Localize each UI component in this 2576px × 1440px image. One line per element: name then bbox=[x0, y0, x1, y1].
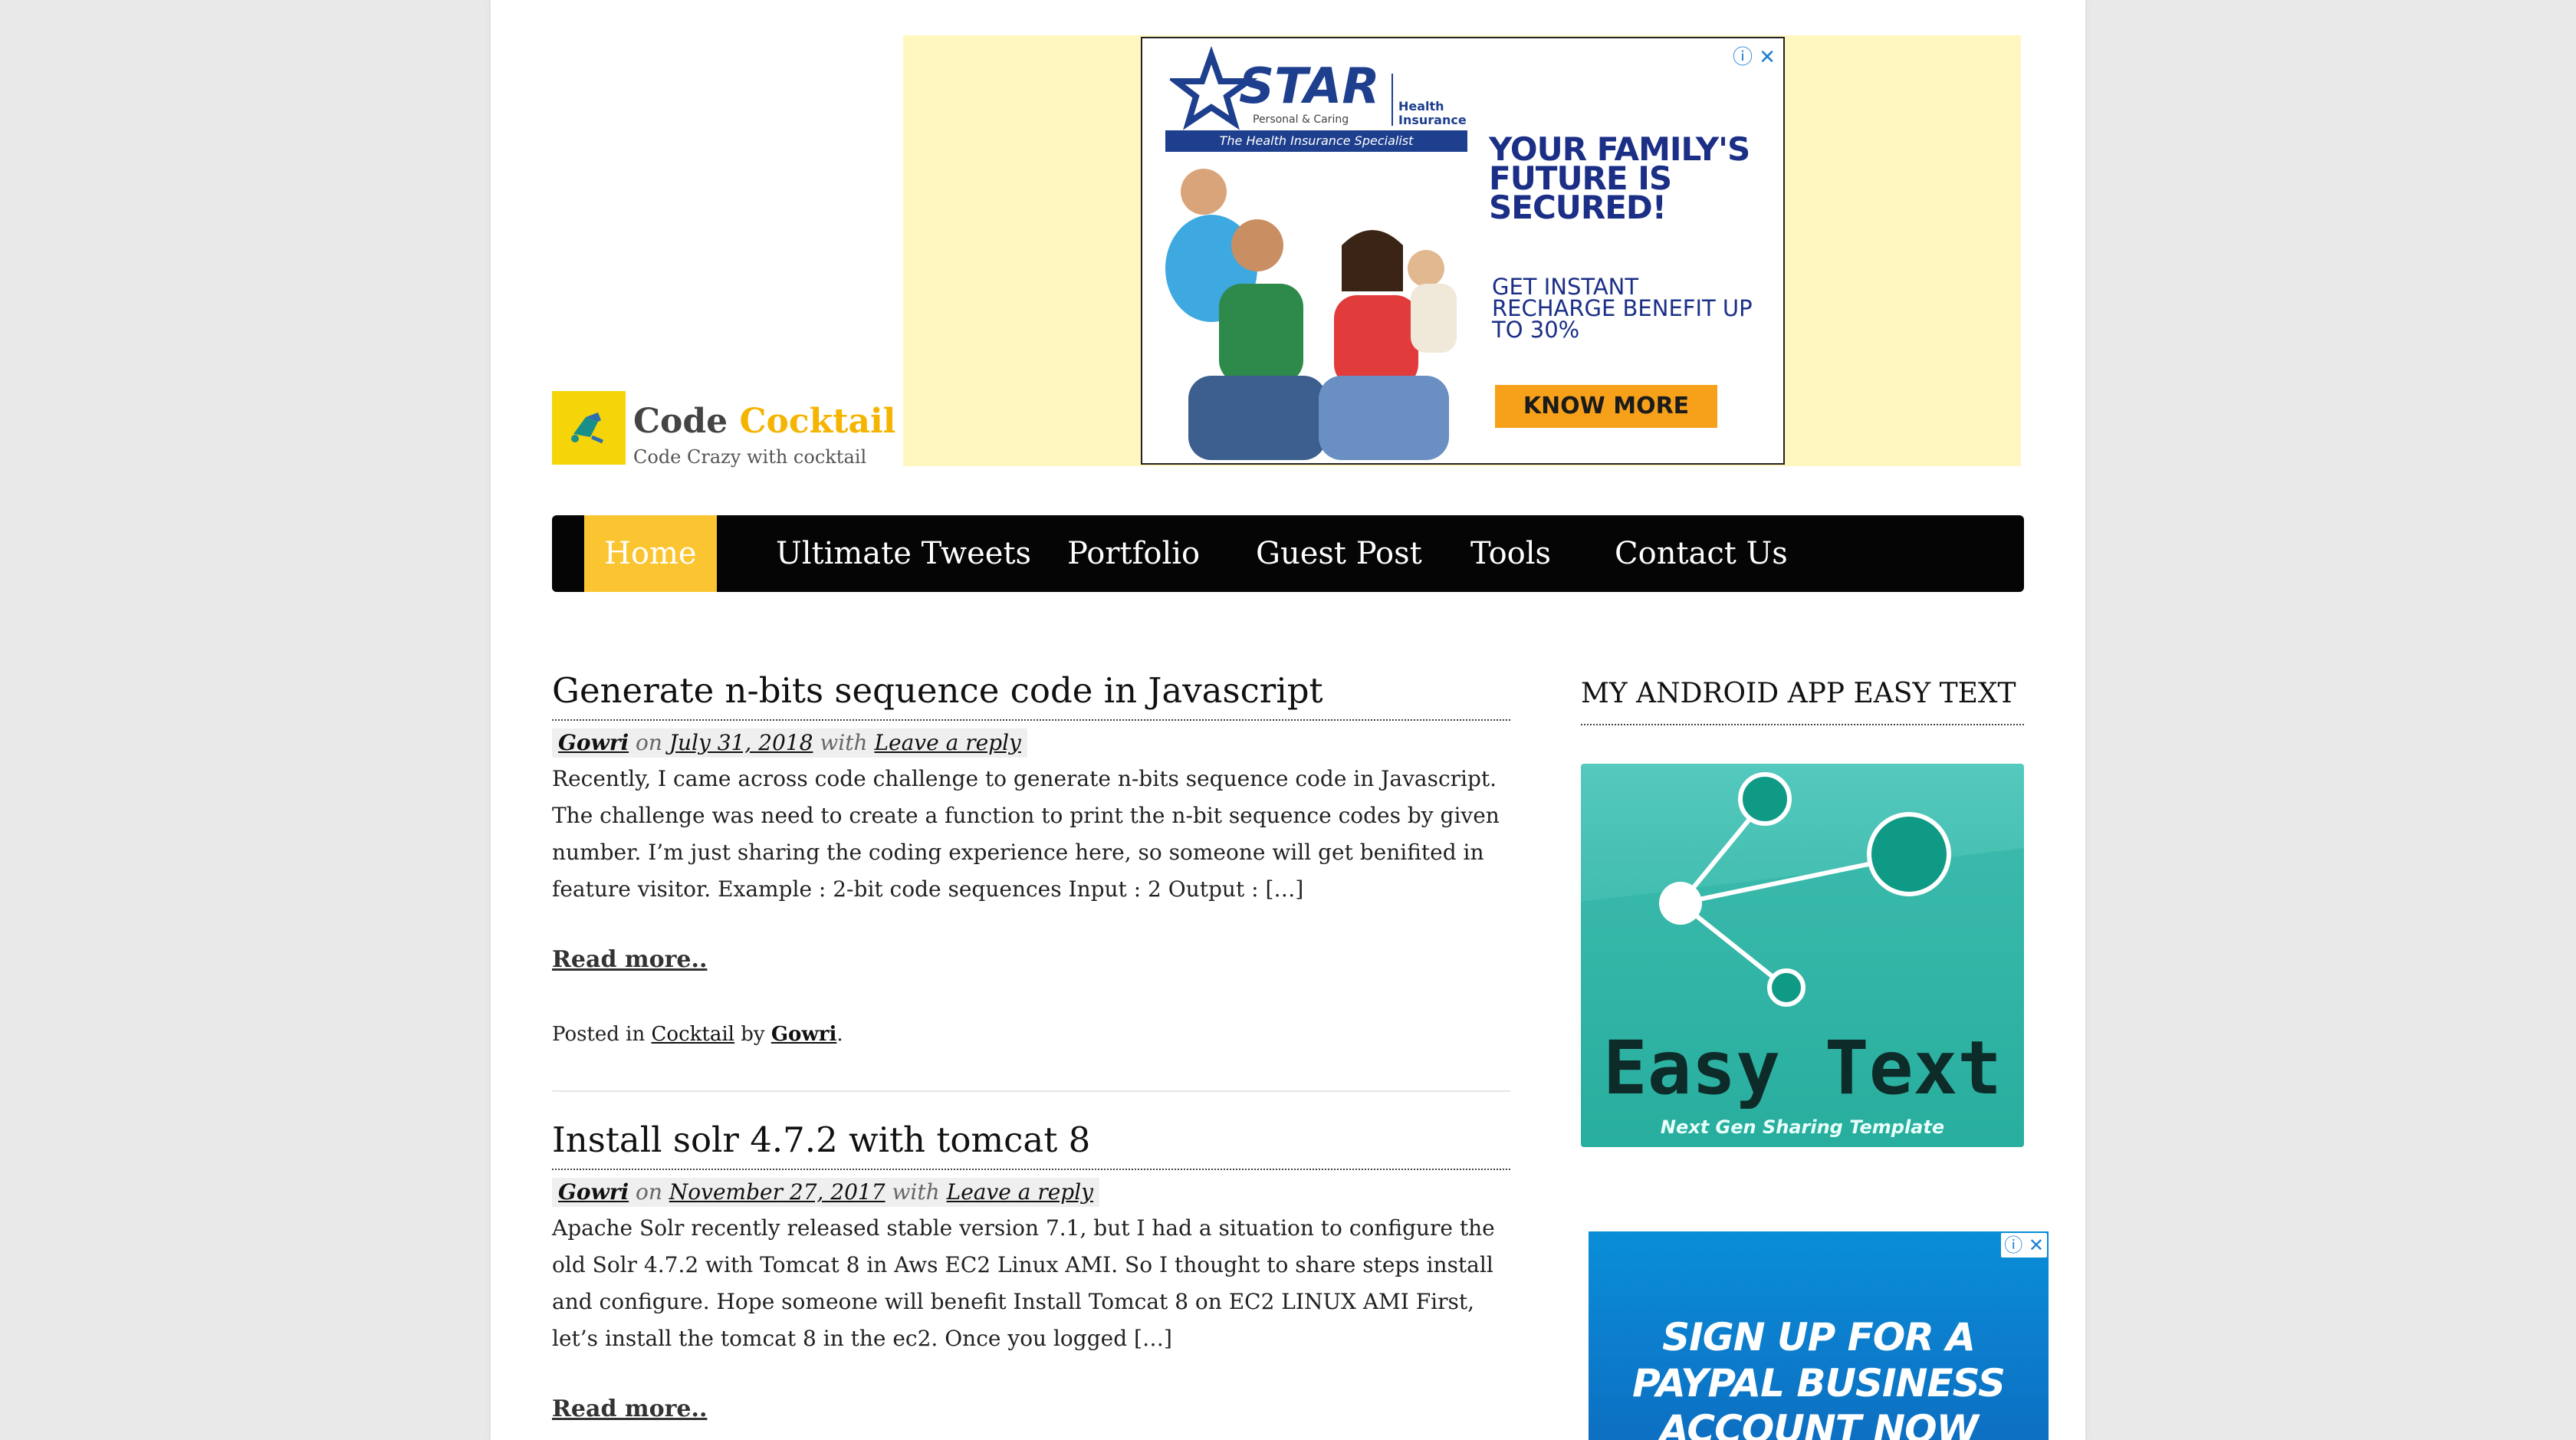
page-container: Code Cocktail Code Crazy with cocktail ⓘ… bbox=[491, 0, 2085, 1440]
star-health-logo-icon: STAR Health Insurance Personal & Caring bbox=[1170, 45, 1467, 130]
nav-item-guest-post[interactable]: Guest Post bbox=[1256, 515, 1422, 592]
nav-item-ultimate-tweets[interactable]: Ultimate Tweets bbox=[776, 515, 1031, 592]
post-excerpt: Recently, I came across code challenge t… bbox=[552, 766, 1500, 902]
paypal-ad-text: SIGN UP FOR A PAYPAL BUSINESS ACCOUNT NO… bbox=[1632, 1315, 2006, 1440]
nav-item-home[interactable]: Home bbox=[584, 515, 717, 592]
post-title[interactable]: Generate n-bits sequence code in Javascr… bbox=[552, 670, 1323, 711]
site-title: Code Cocktail bbox=[633, 402, 895, 441]
star-health-ad[interactable]: ⓘ ✕ STAR Health Insurance Personal & Car… bbox=[1141, 37, 1785, 465]
nav-item-contact-us[interactable]: Contact Us bbox=[1615, 515, 1788, 592]
svg-text:Easy Text: Easy Text bbox=[1603, 1025, 2002, 1111]
post-meta-with: with bbox=[820, 730, 868, 755]
adchoices-icon[interactable]: ⓘ ✕ bbox=[1733, 41, 1776, 70]
leave-reply-link[interactable]: Leave a reply bbox=[947, 1179, 1093, 1205]
top-banner-ad[interactable]: ⓘ ✕ STAR Health Insurance Personal & Car… bbox=[903, 35, 2021, 466]
posted-in-label: Posted in bbox=[552, 1023, 646, 1046]
post-excerpt: Apache Solr recently released stable ver… bbox=[552, 1215, 1495, 1351]
post-author-link[interactable]: Gowri bbox=[558, 1179, 629, 1205]
category-link[interactable]: Cocktail bbox=[652, 1023, 734, 1046]
read-more-link[interactable]: Read more.. bbox=[552, 1396, 707, 1422]
main-navigation: Home Ultimate Tweets Portfolio Guest Pos… bbox=[552, 515, 2024, 592]
read-more-link[interactable]: Read more.. bbox=[552, 946, 707, 973]
easy-text-app-banner[interactable]: Easy Text Next Gen Sharing Template bbox=[1581, 764, 2024, 1147]
post-meta: Gowri on July 31, 2018 with Leave a repl… bbox=[552, 728, 1027, 758]
posted-end: . bbox=[836, 1023, 843, 1046]
posted-author-link[interactable]: Gowri bbox=[771, 1023, 837, 1046]
post-meta-on: on bbox=[636, 1179, 662, 1205]
svg-text:STAR: STAR bbox=[1239, 58, 1380, 115]
post-title[interactable]: Install solr 4.7.2 with tomcat 8 bbox=[552, 1119, 1090, 1160]
post-meta-on: on bbox=[636, 730, 662, 755]
post-author-link[interactable]: Gowri bbox=[558, 730, 629, 755]
post-meta-with: with bbox=[892, 1179, 940, 1205]
site-title-main: Code bbox=[633, 402, 728, 441]
family-photo bbox=[1142, 161, 1480, 463]
post-title-divider bbox=[552, 1169, 1510, 1170]
cocktail-logo-icon bbox=[552, 391, 626, 465]
site-title-accent: Cocktail bbox=[739, 402, 896, 441]
paypal-ad[interactable]: ⓘ ✕ SIGN UP FOR A PAYPAL BUSINESS ACCOUN… bbox=[1589, 1231, 2049, 1440]
post-footer: Posted in Cocktail by Gowri. bbox=[552, 1023, 843, 1046]
nav-item-portfolio[interactable]: Portfolio bbox=[1067, 515, 1200, 592]
leave-reply-link[interactable]: Leave a reply bbox=[874, 730, 1020, 755]
svg-text:Next Gen Sharing Template: Next Gen Sharing Template bbox=[1661, 1116, 1944, 1138]
site-tagline: Code Crazy with cocktail bbox=[633, 446, 867, 468]
site-logo[interactable]: Code Cocktail Code Crazy with cocktail bbox=[552, 391, 895, 468]
know-more-button[interactable]: KNOW MORE bbox=[1495, 385, 1717, 428]
post-separator bbox=[552, 1090, 1510, 1092]
post-date-link[interactable]: July 31, 2018 bbox=[669, 730, 813, 755]
posted-by-label: by bbox=[741, 1023, 765, 1046]
widget-title-divider bbox=[1581, 724, 2024, 725]
post-title-divider bbox=[552, 719, 1510, 721]
widget-title: MY ANDROID APP EASY TEXT bbox=[1581, 678, 2016, 709]
easy-text-share-icon: Easy Text Next Gen Sharing Template bbox=[1581, 764, 2024, 1147]
svg-text:Insurance: Insurance bbox=[1398, 113, 1467, 127]
svg-text:Health: Health bbox=[1398, 99, 1444, 113]
post-meta: Gowri on November 27, 2017 with Leave a … bbox=[552, 1178, 1099, 1207]
adchoices-icon[interactable]: ⓘ ✕ bbox=[2001, 1233, 2047, 1258]
ad-headline: YOUR FAMILY'S FUTURE IS SECURED! bbox=[1489, 130, 1750, 226]
ad-subheadline: GET INSTANT RECHARGE BENEFIT UP TO 30% bbox=[1492, 274, 1753, 343]
nav-item-tools[interactable]: Tools bbox=[1470, 515, 1551, 592]
svg-text:Personal & Caring: Personal & Caring bbox=[1253, 113, 1349, 126]
post-date-link[interactable]: November 27, 2017 bbox=[669, 1179, 886, 1205]
star-tagline: The Health Insurance Specialist bbox=[1165, 130, 1467, 152]
